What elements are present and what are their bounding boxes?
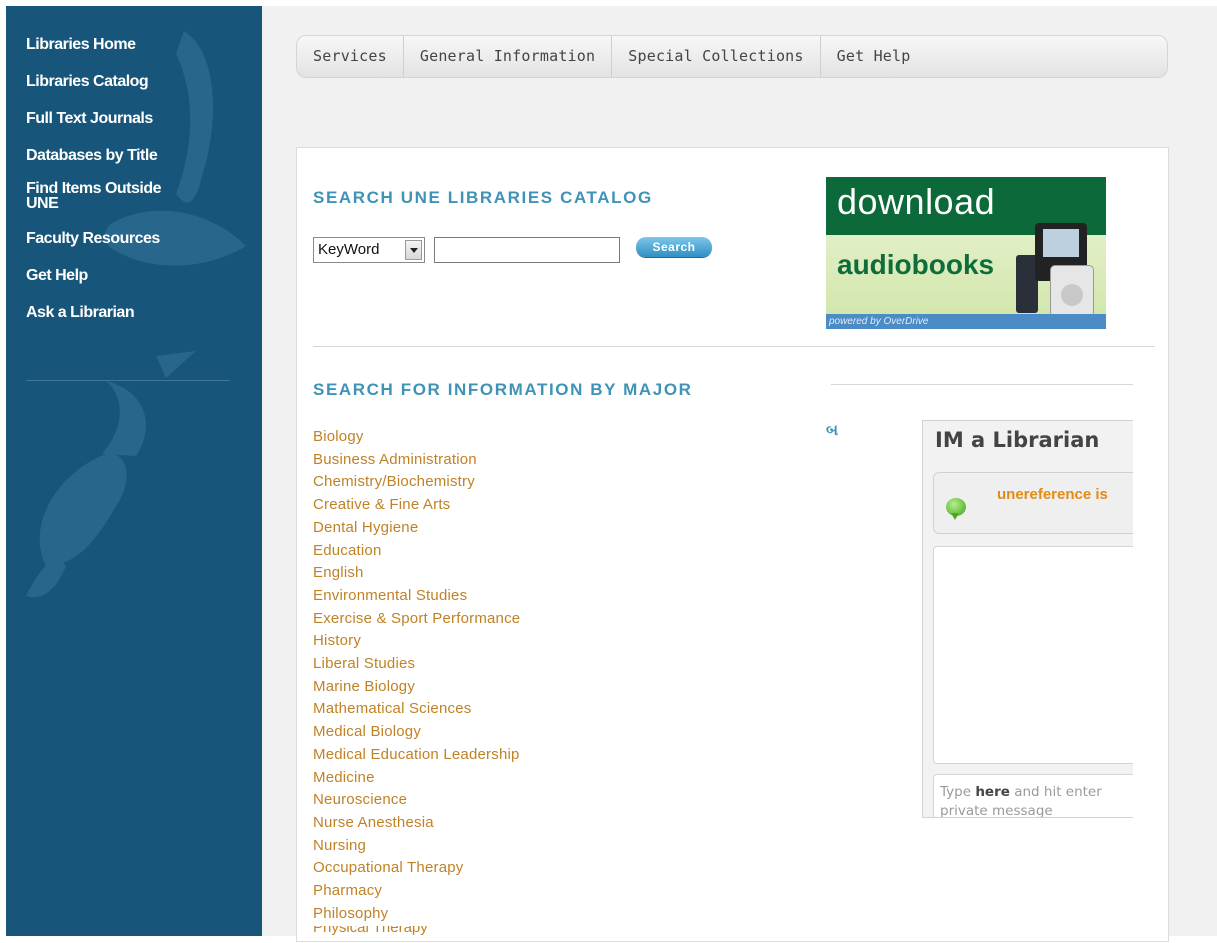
major-link-education[interactable]: Education bbox=[313, 540, 633, 563]
banner-title: download bbox=[837, 181, 996, 222]
major-link-medicine[interactable]: Medicine bbox=[313, 767, 633, 790]
im-status-text: unereference is bbox=[997, 486, 1108, 503]
chat-bubble-icon bbox=[946, 498, 966, 520]
banner-powered-by: powered by OverDrive bbox=[826, 314, 1106, 329]
sidebar-item-libraries-catalog[interactable]: Libraries Catalog bbox=[26, 73, 246, 91]
tab-special-collections[interactable]: Special Collections bbox=[612, 35, 821, 78]
major-link-physical-therapy[interactable]: Physical Therapy bbox=[313, 926, 633, 939]
major-link-mathematical-sciences[interactable]: Mathematical Sciences bbox=[313, 698, 633, 721]
major-link-chemistry-biochemistry[interactable]: Chemistry/Biochemistry bbox=[313, 471, 633, 494]
im-input-hint-line2: private message bbox=[940, 803, 1053, 818]
top-navigation: Services General Information Special Col… bbox=[296, 35, 1168, 78]
tab-general-information[interactable]: General Information bbox=[404, 35, 613, 78]
sidebar-item-faculty-resources[interactable]: Faculty Resources bbox=[26, 230, 246, 248]
sidebar-item-databases-by-title[interactable]: Databases by Title bbox=[26, 147, 246, 165]
major-link-business-administration[interactable]: Business Administration bbox=[313, 449, 633, 472]
major-link-liberal-studies[interactable]: Liberal Studies bbox=[313, 653, 633, 676]
search-button[interactable]: Search bbox=[636, 237, 712, 257]
im-message-area bbox=[933, 546, 1133, 764]
im-input-hint-pre: Type bbox=[940, 784, 976, 800]
im-widget-title: IM a Librarian bbox=[935, 428, 1100, 452]
im-librarian-widget: IM a Librarian unereference is Type here… bbox=[922, 420, 1133, 818]
content-panel: SEARCH UNE LIBRARIES CATALOG KeyWord Sea… bbox=[296, 147, 1169, 942]
sidebar-item-ask-a-librarian[interactable]: Ask a Librarian bbox=[26, 304, 246, 322]
major-link-medical-education-leadership[interactable]: Medical Education Leadership bbox=[313, 744, 633, 767]
major-link-english[interactable]: English bbox=[313, 562, 633, 585]
major-link-biology[interactable]: Biology bbox=[313, 426, 633, 449]
major-link-nursing[interactable]: Nursing bbox=[313, 835, 633, 858]
major-link-occupational-therapy[interactable]: Occupational Therapy bbox=[313, 857, 633, 880]
catalog-search-input[interactable] bbox=[434, 237, 620, 263]
sidebar-item-full-text-journals[interactable]: Full Text Journals bbox=[26, 110, 246, 128]
major-link-exercise-sport-performance[interactable]: Exercise & Sport Performance bbox=[313, 608, 633, 631]
sidebar-item-get-help[interactable]: Get Help bbox=[26, 267, 246, 285]
tab-services[interactable]: Services bbox=[297, 35, 404, 78]
catalog-search-heading: SEARCH UNE LIBRARIES CATALOG bbox=[313, 188, 653, 207]
sidebar-item-libraries-home[interactable]: Libraries Home bbox=[26, 36, 246, 54]
major-link-marine-biology[interactable]: Marine Biology bbox=[313, 676, 633, 699]
banner-subtitle: audiobooks bbox=[837, 249, 995, 280]
section-divider bbox=[313, 346, 1155, 347]
major-link-environmental-studies[interactable]: Environmental Studies bbox=[313, 585, 633, 608]
major-link-nurse-anesthesia[interactable]: Nurse Anesthesia bbox=[313, 812, 633, 835]
search-type-value: KeyWord bbox=[318, 241, 380, 258]
major-link-dental-hygiene[interactable]: Dental Hygiene bbox=[313, 517, 633, 540]
major-link-creative-fine-arts[interactable]: Creative & Fine Arts bbox=[313, 494, 633, 517]
im-message-input[interactable]: Type here and hit enter private message bbox=[933, 774, 1133, 818]
main-content: Services General Information Special Col… bbox=[262, 6, 1217, 942]
majors-list: Biology Business Administration Chemistr… bbox=[313, 426, 633, 925]
major-link-history[interactable]: History bbox=[313, 630, 633, 653]
download-audiobooks-banner[interactable]: download audiobooks powered by OverDrive bbox=[826, 177, 1106, 329]
major-link-physical-therapy-cut[interactable]: Physical Therapy bbox=[313, 926, 633, 943]
sidebar-divider bbox=[26, 380, 230, 381]
sidebar: Libraries Home Libraries Catalog Full Te… bbox=[6, 6, 262, 936]
im-input-hint-bold: here bbox=[975, 784, 1010, 800]
sidebar-item-find-items-outside-une[interactable]: Find Items Outside UNE bbox=[26, 181, 196, 212]
right-column-divider bbox=[831, 384, 1133, 385]
stray-glyph: બ bbox=[826, 422, 839, 439]
major-link-neuroscience[interactable]: Neuroscience bbox=[313, 789, 633, 812]
major-link-medical-biology[interactable]: Medical Biology bbox=[313, 721, 633, 744]
tab-get-help[interactable]: Get Help bbox=[821, 35, 927, 78]
major-search-heading: SEARCH FOR INFORMATION BY MAJOR bbox=[313, 380, 693, 399]
major-link-philosophy[interactable]: Philosophy bbox=[313, 903, 633, 926]
ipod-icon bbox=[1050, 265, 1094, 317]
im-status-box: unereference is bbox=[933, 472, 1133, 534]
dropdown-arrow-icon[interactable] bbox=[405, 240, 422, 260]
im-input-hint-post: and hit enter bbox=[1009, 784, 1102, 800]
search-type-select[interactable]: KeyWord bbox=[313, 237, 425, 263]
sidebar-nav: Libraries Home Libraries Catalog Full Te… bbox=[26, 36, 246, 341]
major-link-pharmacy[interactable]: Pharmacy bbox=[313, 880, 633, 903]
